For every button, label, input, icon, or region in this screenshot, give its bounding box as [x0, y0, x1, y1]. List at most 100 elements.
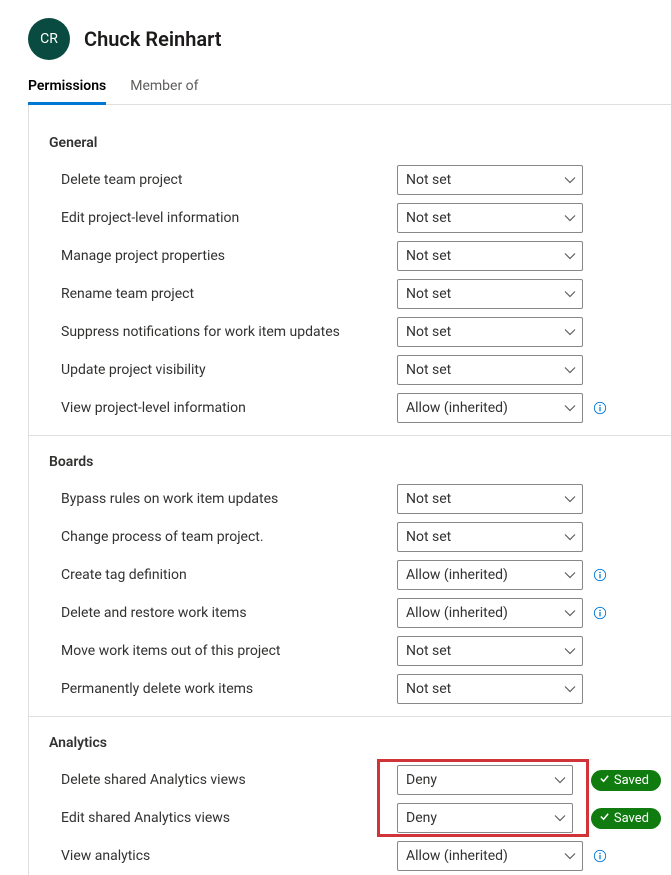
perm-select-move-work-items[interactable]: Not set	[397, 636, 583, 666]
section-header-analytics: Analytics	[29, 725, 671, 761]
perm-row-edit-shared-views: Edit shared Analytics views Deny Saved	[29, 799, 671, 837]
perm-row-suppress-notifications: Suppress notifications for work item upd…	[29, 313, 671, 351]
perm-select-value: Not set	[406, 324, 451, 340]
check-icon	[599, 811, 610, 826]
perm-select-value: Not set	[406, 172, 451, 188]
perm-select-suppress-notifications[interactable]: Not set	[397, 317, 583, 347]
perm-label: Permanently delete work items	[61, 681, 397, 697]
perm-select-value: Not set	[406, 529, 451, 545]
perm-select-value: Not set	[406, 286, 451, 302]
chevron-down-icon	[564, 645, 576, 657]
perm-row-delete-team-project: Delete team project Not set	[29, 161, 671, 199]
info-icon[interactable]	[593, 401, 607, 415]
perm-select-edit-shared-views[interactable]: Deny	[397, 803, 573, 833]
page-title: Chuck Reinhart	[84, 27, 222, 51]
perm-select-value: Not set	[406, 248, 451, 264]
perm-row-manage-project-properties: Manage project properties Not set	[29, 237, 671, 275]
perm-label: View project-level information	[61, 400, 397, 416]
tab-permissions[interactable]: Permissions	[28, 72, 106, 105]
chevron-down-icon	[564, 212, 576, 224]
tab-member-of[interactable]: Member of	[130, 72, 198, 105]
permissions-panel: General Delete team project Not set Edit…	[28, 104, 671, 875]
perm-select-create-tag[interactable]: Allow (inherited)	[397, 560, 583, 590]
perm-label: Create tag definition	[61, 567, 397, 583]
perm-select-delete-shared-views[interactable]: Deny	[397, 765, 573, 795]
perm-row-delete-shared-views: Delete shared Analytics views Deny Saved	[29, 761, 671, 799]
perm-select-change-process[interactable]: Not set	[397, 522, 583, 552]
info-icon[interactable]	[593, 849, 607, 863]
perm-select-manage-project-properties[interactable]: Not set	[397, 241, 583, 271]
perm-label: Bypass rules on work item updates	[61, 491, 397, 507]
perm-select-permanently-delete[interactable]: Not set	[397, 674, 583, 704]
section-header-boards: Boards	[29, 444, 671, 480]
chevron-down-icon	[564, 607, 576, 619]
info-icon[interactable]	[593, 568, 607, 582]
chevron-down-icon	[564, 850, 576, 862]
perm-row-delete-restore-work-items: Delete and restore work items Allow (inh…	[29, 594, 671, 632]
chevron-down-icon	[564, 531, 576, 543]
perm-label: Edit project-level information	[61, 210, 397, 226]
avatar: CR	[28, 18, 70, 60]
saved-badge: Saved	[591, 808, 661, 829]
perm-select-value: Allow (inherited)	[406, 848, 508, 864]
perm-label: Delete team project	[61, 172, 397, 188]
section-header-general: General	[29, 125, 671, 161]
chevron-down-icon	[564, 683, 576, 695]
perm-select-update-project-visibility[interactable]: Not set	[397, 355, 583, 385]
perm-select-bypass-rules[interactable]: Not set	[397, 484, 583, 514]
perm-select-view-project-level-info[interactable]: Allow (inherited)	[397, 393, 583, 423]
chevron-down-icon	[564, 288, 576, 300]
tab-permissions-label: Permissions	[28, 78, 106, 94]
perm-row-bypass-rules: Bypass rules on work item updates Not se…	[29, 480, 671, 518]
chevron-down-icon	[564, 250, 576, 262]
chevron-down-icon	[554, 774, 566, 786]
tab-bar: Permissions Member of	[0, 72, 671, 104]
perm-select-delete-restore-work-items[interactable]: Allow (inherited)	[397, 598, 583, 628]
perm-select-value: Not set	[406, 362, 451, 378]
perm-row-view-project-level-info: View project-level information Allow (in…	[29, 389, 671, 427]
perm-label: Delete shared Analytics views	[61, 772, 397, 788]
perm-label: Manage project properties	[61, 248, 397, 264]
perm-select-rename-team-project[interactable]: Not set	[397, 279, 583, 309]
perm-select-value: Deny	[406, 810, 437, 826]
perm-select-delete-team-project[interactable]: Not set	[397, 165, 583, 195]
chevron-down-icon	[564, 364, 576, 376]
section-divider	[29, 716, 671, 717]
saved-badge: Saved	[591, 770, 661, 791]
perm-label: Delete and restore work items	[61, 605, 397, 621]
chevron-down-icon	[564, 402, 576, 414]
info-icon[interactable]	[593, 606, 607, 620]
chevron-down-icon	[564, 493, 576, 505]
perm-select-value: Not set	[406, 643, 451, 659]
chevron-down-icon	[564, 326, 576, 338]
perm-label: Rename team project	[61, 286, 397, 302]
section-divider	[29, 435, 671, 436]
tab-member-of-label: Member of	[130, 78, 198, 94]
perm-select-value: Allow (inherited)	[406, 567, 508, 583]
perm-label: Move work items out of this project	[61, 643, 397, 659]
perm-select-view-analytics[interactable]: Allow (inherited)	[397, 841, 583, 871]
perm-label: Update project visibility	[61, 362, 397, 378]
perm-select-value: Allow (inherited)	[406, 400, 508, 416]
perm-row-update-project-visibility: Update project visibility Not set	[29, 351, 671, 389]
perm-row-permanently-delete: Permanently delete work items Not set	[29, 670, 671, 708]
perm-select-value: Deny	[406, 772, 437, 788]
saved-badge-label: Saved	[614, 811, 649, 826]
perm-select-value: Not set	[406, 491, 451, 507]
perm-row-edit-project-level-info: Edit project-level information Not set	[29, 199, 671, 237]
perm-select-value: Not set	[406, 210, 451, 226]
perm-label: View analytics	[61, 848, 397, 864]
chevron-down-icon	[554, 812, 566, 824]
perm-row-create-tag: Create tag definition Allow (inherited)	[29, 556, 671, 594]
perm-row-move-work-items: Move work items out of this project Not …	[29, 632, 671, 670]
perm-row-view-analytics: View analytics Allow (inherited)	[29, 837, 671, 875]
page-header: CR Chuck Reinhart	[0, 0, 671, 72]
perm-row-change-process: Change process of team project. Not set	[29, 518, 671, 556]
avatar-initials: CR	[40, 31, 58, 47]
perm-label: Change process of team project.	[61, 529, 397, 545]
perm-select-edit-project-level-info[interactable]: Not set	[397, 203, 583, 233]
perm-label: Edit shared Analytics views	[61, 810, 397, 826]
chevron-down-icon	[564, 569, 576, 581]
check-icon	[599, 773, 610, 788]
perm-row-rename-team-project: Rename team project Not set	[29, 275, 671, 313]
